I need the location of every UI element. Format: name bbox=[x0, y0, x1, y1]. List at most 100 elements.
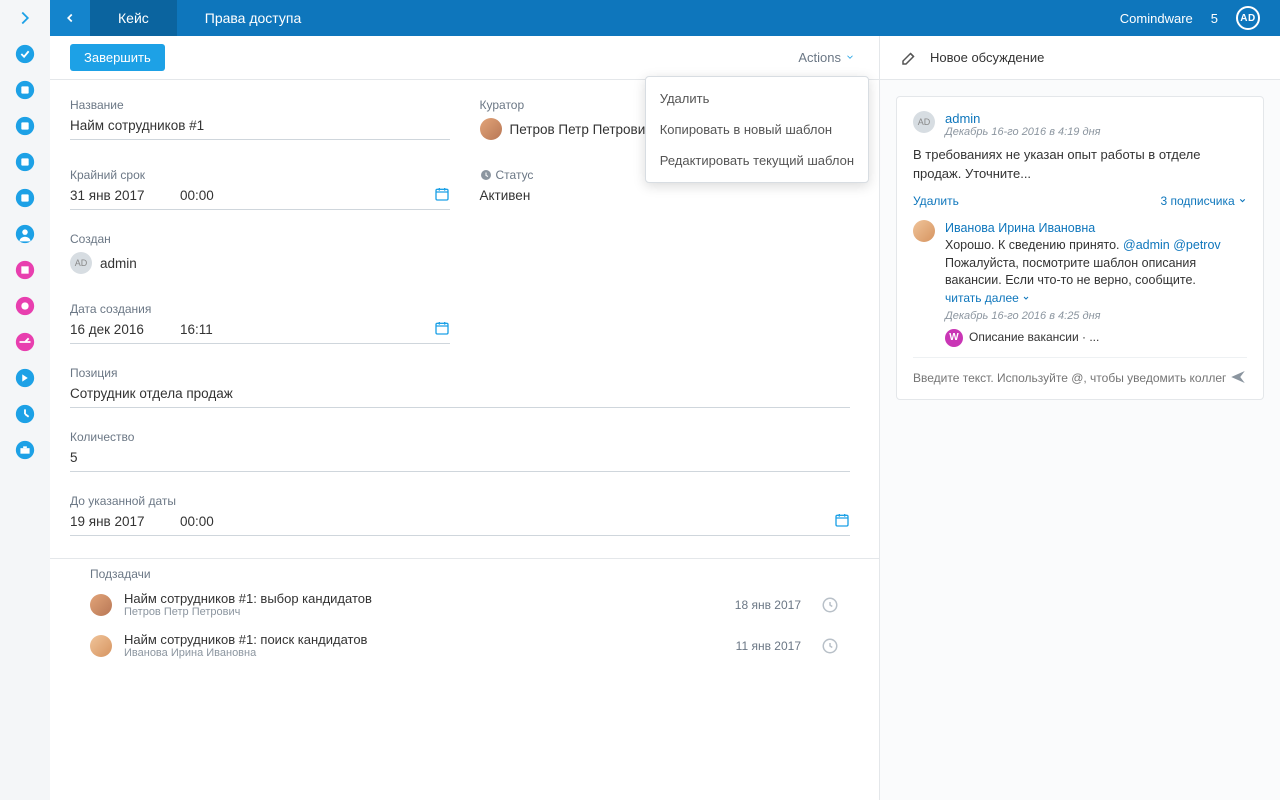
deadline-field[interactable]: 31 янв 2017 00:00 bbox=[70, 188, 450, 210]
reply-input[interactable] bbox=[913, 371, 1229, 385]
actions-menu: Удалить Копировать в новый шаблон Редакт… bbox=[645, 76, 869, 183]
calendar-icon[interactable] bbox=[434, 320, 450, 339]
status-icon bbox=[480, 169, 492, 181]
rail-gear-icon[interactable] bbox=[13, 294, 37, 318]
deadline-time: 00:00 bbox=[180, 188, 240, 203]
subtask-user: Петров Петр Петрович bbox=[124, 606, 723, 618]
attachment-name: Описание вакансии · ... bbox=[969, 329, 1099, 346]
brand-area: Comindware 5 AD bbox=[1120, 6, 1280, 30]
created-date-field[interactable]: 16 дек 2016 16:11 bbox=[70, 322, 450, 344]
topbar: Кейс Права доступа Comindware 5 AD bbox=[50, 0, 1280, 36]
read-more-link[interactable]: читать далее bbox=[945, 291, 1030, 305]
rail-doc-icon[interactable] bbox=[13, 78, 37, 102]
rail-time-icon[interactable] bbox=[13, 402, 37, 426]
discussion-delete-link[interactable]: Удалить bbox=[913, 194, 959, 208]
quantity-label: Количество bbox=[70, 430, 850, 444]
discussion-card: AD admin Декабрь 16-го 2016 в 4:19 дня В… bbox=[896, 96, 1264, 400]
attachment-type-icon: W bbox=[945, 329, 963, 347]
back-button[interactable] bbox=[50, 0, 90, 36]
rail-doc3-icon[interactable] bbox=[13, 150, 37, 174]
chevron-down-icon bbox=[1022, 294, 1030, 302]
reply-attachment[interactable]: W Описание вакансии · ... bbox=[945, 329, 1247, 347]
rail-process-icon[interactable] bbox=[13, 258, 37, 282]
discussion-user[interactable]: admin bbox=[945, 111, 1101, 126]
deadline-label: Крайний срок bbox=[70, 168, 450, 182]
menu-item-edit-template[interactable]: Редактировать текущий шаблон bbox=[646, 145, 868, 176]
new-discussion-label: Новое обсуждение bbox=[930, 50, 1044, 65]
rail-dashboard-icon[interactable] bbox=[13, 330, 37, 354]
clock-icon bbox=[821, 637, 839, 655]
status-value: Активен bbox=[480, 188, 860, 209]
rail-arrow-icon[interactable] bbox=[13, 366, 37, 390]
chevron-down-icon bbox=[1238, 196, 1247, 205]
title-field[interactable]: Найм сотрудников #1 bbox=[70, 118, 450, 140]
discussion-reply: Иванова Ирина Ивановна Хорошо. К сведени… bbox=[913, 220, 1247, 347]
reply-avatar bbox=[913, 220, 935, 242]
calendar-icon[interactable] bbox=[434, 186, 450, 205]
created-date-label: Дата создания bbox=[70, 302, 450, 316]
discussion-body: В требованиях не указан опыт работы в от… bbox=[913, 146, 1247, 184]
subtask-date: 11 янв 2017 bbox=[736, 639, 801, 653]
reply-user[interactable]: Иванова Ирина Ивановна bbox=[945, 221, 1095, 235]
rail-user-icon[interactable] bbox=[13, 222, 37, 246]
created-by-field: AD admin bbox=[70, 252, 450, 280]
curator-name: Петров Петр Петрович bbox=[510, 122, 653, 137]
reply-text: Хорошо. К сведению принято. bbox=[945, 238, 1123, 252]
notification-count[interactable]: 5 bbox=[1211, 11, 1218, 26]
until-time: 00:00 bbox=[180, 514, 240, 529]
complete-button[interactable]: Завершить bbox=[70, 44, 165, 71]
subtasks-heading: Подзадачи bbox=[70, 567, 859, 581]
left-nav-rail bbox=[0, 0, 50, 800]
created-by-name: admin bbox=[100, 256, 137, 271]
created-by-label: Создан bbox=[70, 232, 450, 246]
current-user-avatar[interactable]: AD bbox=[1236, 6, 1260, 30]
reply-text2: Пожалуйста, посмотрите шаблон описания в… bbox=[945, 256, 1196, 288]
subtask-row[interactable]: Найм сотрудников #1: выбор кандидатов Пе… bbox=[70, 581, 859, 622]
rail-expand-icon[interactable] bbox=[13, 6, 37, 30]
created-date-time: 16:11 bbox=[180, 322, 240, 337]
reply-input-row bbox=[913, 357, 1247, 389]
calendar-icon[interactable] bbox=[834, 512, 850, 531]
tab-access[interactable]: Права доступа bbox=[177, 0, 329, 36]
send-icon[interactable] bbox=[1229, 368, 1247, 389]
until-label: До указанной даты bbox=[70, 494, 850, 508]
clock-icon bbox=[821, 596, 839, 614]
toolbar: Завершить Actions Удалить Копировать в н… bbox=[50, 36, 879, 80]
brand-name: Comindware bbox=[1120, 11, 1193, 26]
subtask-date: 18 янв 2017 bbox=[735, 598, 801, 612]
subtask-title: Найм сотрудников #1: поиск кандидатов bbox=[124, 632, 724, 647]
created-date-date: 16 дек 2016 bbox=[70, 322, 180, 337]
curator-avatar bbox=[480, 118, 502, 140]
new-discussion-button[interactable]: Новое обсуждение bbox=[880, 36, 1280, 80]
position-label: Позиция bbox=[70, 366, 850, 380]
subtask-row[interactable]: Найм сотрудников #1: поиск кандидатов Ив… bbox=[70, 622, 859, 663]
position-field[interactable]: Сотрудник отдела продаж bbox=[70, 386, 850, 408]
deadline-date: 31 янв 2017 bbox=[70, 188, 180, 203]
subtask-avatar bbox=[90, 635, 112, 657]
chevron-down-icon bbox=[845, 50, 855, 65]
actions-dropdown-trigger[interactable]: Actions bbox=[798, 50, 859, 65]
discussion-subscribers-link[interactable]: 3 подписчика bbox=[1161, 194, 1247, 208]
menu-item-copy-template[interactable]: Копировать в новый шаблон bbox=[646, 114, 868, 145]
tab-case[interactable]: Кейс bbox=[90, 0, 177, 36]
subtask-avatar bbox=[90, 594, 112, 616]
until-date: 19 янв 2017 bbox=[70, 514, 180, 529]
form-body: Название Найм сотрудников #1 Куратор Пет… bbox=[50, 80, 879, 800]
discussion-time: Декабрь 16-го 2016 в 4:19 дня bbox=[945, 126, 1101, 138]
actions-label: Actions bbox=[798, 50, 841, 65]
compose-icon bbox=[900, 49, 918, 67]
rail-doc2-icon[interactable] bbox=[13, 114, 37, 138]
subtask-user: Иванова Ирина Ивановна bbox=[124, 647, 724, 659]
reply-time: Декабрь 16-го 2016 в 4:25 дня bbox=[945, 309, 1247, 324]
rail-briefcase-icon[interactable] bbox=[13, 438, 37, 462]
mention-admin[interactable]: @admin bbox=[1123, 238, 1170, 252]
quantity-field[interactable]: 5 bbox=[70, 450, 850, 472]
until-field[interactable]: 19 янв 2017 00:00 bbox=[70, 514, 850, 536]
mention-petrov[interactable]: @petrov bbox=[1173, 238, 1220, 252]
title-label: Название bbox=[70, 98, 450, 112]
created-by-avatar: AD bbox=[70, 252, 92, 274]
discussion-avatar: AD bbox=[913, 111, 935, 133]
rail-check-icon[interactable] bbox=[13, 42, 37, 66]
rail-doc4-icon[interactable] bbox=[13, 186, 37, 210]
menu-item-delete[interactable]: Удалить bbox=[646, 83, 868, 114]
